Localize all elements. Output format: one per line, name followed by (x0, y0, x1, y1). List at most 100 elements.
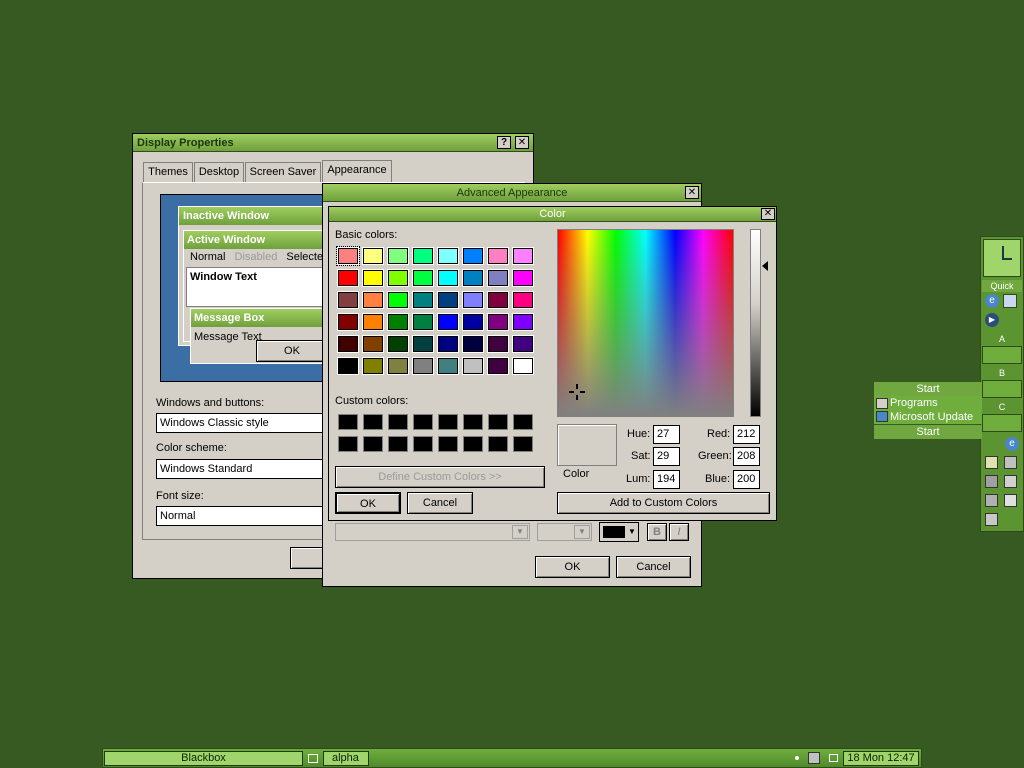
basic-color-swatch[interactable] (388, 248, 408, 264)
chevron-down-icon[interactable]: ▼ (574, 525, 590, 539)
basic-color-swatch[interactable] (513, 292, 533, 308)
basic-color-swatch[interactable] (413, 314, 433, 330)
basic-color-swatch[interactable] (488, 336, 508, 352)
font-color-picker[interactable]: ▼ (599, 522, 639, 542)
basic-color-swatch[interactable] (438, 292, 458, 308)
advanced-ok-button[interactable]: OK (535, 556, 610, 578)
custom-color-swatch[interactable] (388, 436, 408, 452)
custom-color-swatch[interactable] (488, 436, 508, 452)
basic-color-swatch[interactable] (363, 314, 383, 330)
basic-color-swatch[interactable] (463, 336, 483, 352)
color-cancel-button[interactable]: Cancel (407, 492, 473, 514)
menu-item-programs[interactable]: Programs (890, 397, 938, 409)
tab-appearance[interactable]: Appearance (322, 160, 392, 182)
advanced-appearance-titlebar[interactable]: Advanced Appearance (323, 184, 701, 202)
basic-color-swatch[interactable] (338, 336, 358, 352)
custom-color-swatch[interactable] (438, 436, 458, 452)
basic-color-swatch[interactable] (336, 246, 360, 266)
basic-color-swatch[interactable] (388, 314, 408, 330)
basic-color-swatch[interactable] (388, 336, 408, 352)
bold-button[interactable]: B (647, 523, 667, 541)
basic-color-swatch[interactable] (363, 292, 383, 308)
workspace-label[interactable]: Blackbox (104, 751, 303, 766)
basic-color-swatch[interactable] (438, 336, 458, 352)
slit-c-box[interactable] (982, 414, 1022, 432)
basic-color-swatch[interactable] (438, 358, 458, 374)
basic-color-swatch[interactable] (488, 314, 508, 330)
font-size-select[interactable]: Normal (156, 506, 324, 526)
basic-color-swatch[interactable] (488, 248, 508, 264)
workspace-icon[interactable] (308, 754, 318, 763)
basic-color-swatch[interactable] (513, 248, 533, 264)
app-icon[interactable] (1004, 475, 1017, 488)
color-dialog-titlebar[interactable]: Color (329, 207, 776, 222)
basic-color-swatch[interactable] (413, 292, 433, 308)
basic-color-swatch[interactable] (413, 358, 433, 374)
custom-color-swatch[interactable] (463, 436, 483, 452)
tab-themes[interactable]: Themes (143, 162, 193, 182)
define-custom-colors-button[interactable]: Define Custom Colors >> (335, 466, 545, 488)
font-name-select[interactable] (335, 523, 530, 541)
basic-color-swatch[interactable] (363, 358, 383, 374)
slit-b-box[interactable] (982, 380, 1022, 398)
basic-color-swatch[interactable] (513, 358, 533, 374)
help-button[interactable]: ? (497, 136, 511, 149)
custom-color-swatch[interactable] (463, 414, 483, 430)
basic-color-swatch[interactable] (413, 270, 433, 286)
media-player-icon[interactable]: ▶ (985, 313, 999, 327)
basic-color-swatch[interactable] (363, 248, 383, 264)
tray-window-icon[interactable] (829, 754, 838, 762)
color-ok-button[interactable]: OK (335, 492, 401, 514)
close-button[interactable]: ✕ (761, 208, 775, 220)
luminance-slider[interactable] (750, 229, 761, 417)
advanced-cancel-button[interactable]: Cancel (616, 556, 691, 578)
custom-color-swatch[interactable] (363, 436, 383, 452)
custom-color-swatch[interactable] (338, 436, 358, 452)
basic-color-swatch[interactable] (488, 292, 508, 308)
basic-color-swatch[interactable] (463, 314, 483, 330)
basic-color-swatch[interactable] (513, 314, 533, 330)
custom-color-swatch[interactable] (338, 414, 358, 430)
ie-icon[interactable]: e (985, 294, 999, 308)
custom-color-swatch[interactable] (363, 414, 383, 430)
app-icon[interactable] (1004, 494, 1017, 507)
basic-color-swatch[interactable] (413, 336, 433, 352)
app-icon[interactable] (1004, 456, 1017, 469)
basic-color-swatch[interactable] (438, 314, 458, 330)
hue-input[interactable]: 27 (653, 425, 680, 444)
app-icon[interactable] (985, 456, 998, 469)
close-button[interactable]: ✕ (515, 136, 529, 149)
basic-color-swatch[interactable] (363, 336, 383, 352)
tab-desktop[interactable]: Desktop (194, 162, 244, 182)
basic-color-swatch[interactable] (513, 270, 533, 286)
basic-color-swatch[interactable] (363, 270, 383, 286)
chevron-down-icon[interactable]: ▼ (512, 525, 528, 539)
basic-color-swatch[interactable] (488, 358, 508, 374)
custom-color-swatch[interactable] (413, 414, 433, 430)
app-icon[interactable] (985, 513, 998, 526)
basic-color-swatch[interactable] (338, 270, 358, 286)
app-icon[interactable] (985, 475, 998, 488)
outlook-icon[interactable] (1003, 294, 1017, 308)
green-input[interactable]: 208 (733, 447, 760, 466)
basic-color-swatch[interactable] (463, 292, 483, 308)
basic-color-swatch[interactable] (463, 358, 483, 374)
basic-color-swatch[interactable] (488, 270, 508, 286)
basic-color-swatch[interactable] (338, 358, 358, 374)
basic-color-swatch[interactable] (438, 248, 458, 264)
red-input[interactable]: 212 (733, 425, 760, 444)
basic-color-swatch[interactable] (388, 292, 408, 308)
lum-input[interactable]: 194 (653, 470, 680, 489)
tab-screen-saver[interactable]: Screen Saver (245, 162, 321, 182)
task-alpha[interactable]: alpha (323, 751, 369, 766)
app-icon[interactable] (985, 494, 998, 507)
add-custom-colors-button[interactable]: Add to Custom Colors (557, 492, 770, 514)
sat-input[interactable]: 29 (653, 447, 680, 466)
slit-a-box[interactable] (982, 346, 1022, 364)
basic-color-swatch[interactable] (463, 248, 483, 264)
custom-color-swatch[interactable] (513, 414, 533, 430)
close-button[interactable]: ✕ (685, 186, 699, 199)
basic-color-swatch[interactable] (438, 270, 458, 286)
basic-color-swatch[interactable] (388, 358, 408, 374)
custom-color-swatch[interactable] (438, 414, 458, 430)
